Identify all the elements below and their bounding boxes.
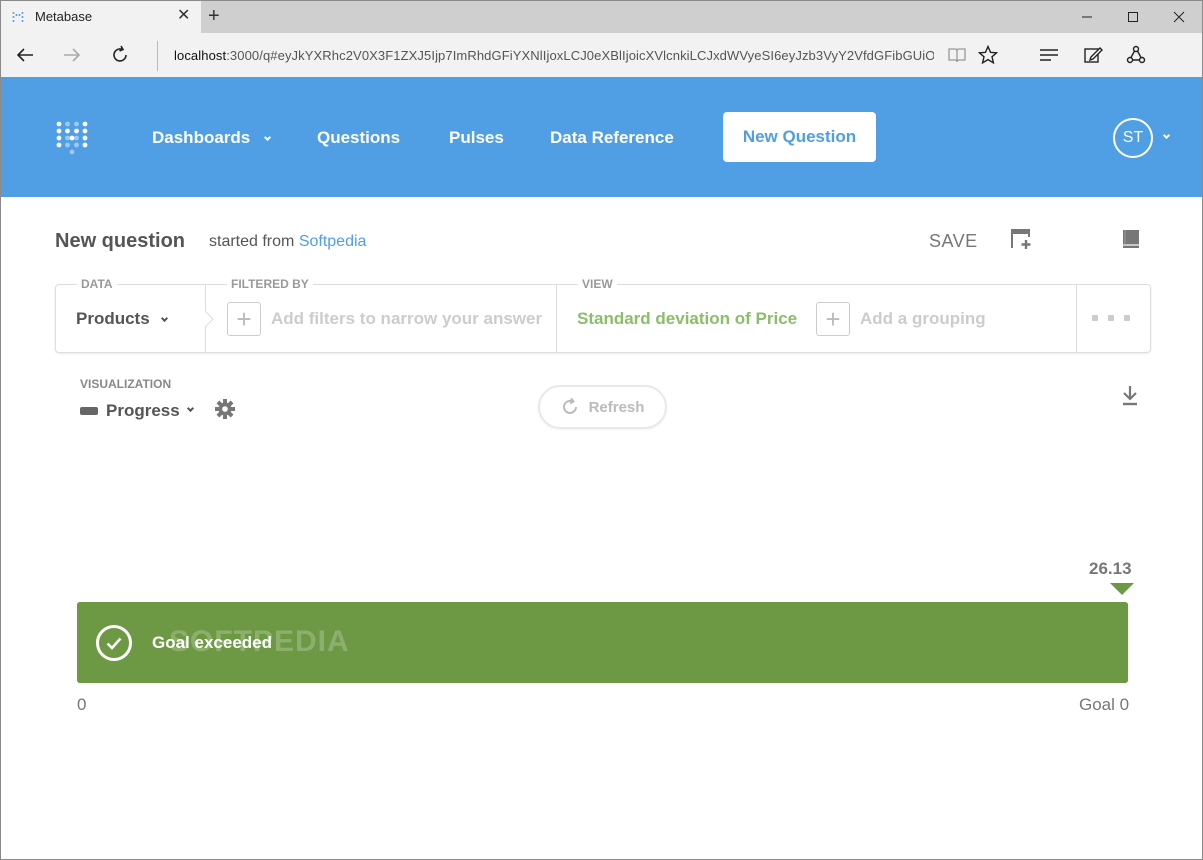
- nav-pulses[interactable]: Pulses: [449, 128, 504, 148]
- add-to-dashboard-icon[interactable]: [1009, 227, 1033, 251]
- question-title: New question: [55, 230, 186, 252]
- share-icon[interactable]: [1122, 41, 1150, 69]
- minimize-icon[interactable]: [1064, 1, 1110, 33]
- refresh-page-icon[interactable]: [106, 41, 134, 69]
- chevron-down-icon: [263, 133, 272, 142]
- tab-strip: Metabase ✕ +: [1, 1, 1202, 33]
- new-tab-icon[interactable]: +: [208, 5, 220, 27]
- nav-dashboards[interactable]: Dashboards: [152, 128, 272, 148]
- add-filter-plus-icon[interactable]: +: [227, 302, 261, 336]
- metabase-logo-icon[interactable]: [55, 117, 89, 157]
- progress-icon: [80, 407, 98, 415]
- progress-value-label: 26.13: [1089, 559, 1132, 578]
- account-chevron-down-icon[interactable]: [1162, 131, 1171, 140]
- add-grouping-plus-icon[interactable]: +: [816, 302, 850, 336]
- visualization-type-select[interactable]: Progress: [80, 401, 194, 421]
- divider: [556, 285, 557, 352]
- check-circle-icon: [96, 625, 132, 661]
- reading-view-icon[interactable]: [943, 41, 971, 69]
- question-origin: started from Softpedia: [209, 233, 367, 250]
- app-header: Dashboards Questions Pulses Data Referen…: [1, 77, 1202, 197]
- query-builder: Products + Add filters to narrow your an…: [55, 284, 1151, 353]
- reference-book-icon[interactable]: [1119, 227, 1143, 251]
- add-filter-placeholder[interactable]: Add filters to narrow your answer: [271, 309, 542, 329]
- origin-link[interactable]: Softpedia: [299, 233, 367, 250]
- more-options-icon[interactable]: [1092, 315, 1130, 321]
- nav-questions[interactable]: Questions: [317, 128, 400, 148]
- progress-goal-label: Goal 0: [1079, 695, 1130, 714]
- gear-icon[interactable]: [214, 398, 236, 420]
- new-question-button[interactable]: New Question: [723, 112, 876, 162]
- save-button[interactable]: SAVE: [929, 231, 978, 252]
- add-grouping-placeholder[interactable]: Add a grouping: [860, 309, 986, 329]
- view-aggregation[interactable]: Standard deviation of Price: [577, 309, 797, 329]
- address-bar[interactable]: localhost:3000/q#eyJkYXRhc2V0X3F1ZXJ5Ijp…: [157, 41, 1001, 71]
- maximize-icon[interactable]: [1110, 1, 1156, 33]
- favorite-star-icon[interactable]: [974, 41, 1002, 69]
- metabase-favicon-icon: [12, 12, 24, 22]
- view-section-label: VIEW: [578, 277, 617, 291]
- data-source-select[interactable]: Products: [76, 309, 169, 329]
- web-note-icon[interactable]: [1079, 41, 1107, 69]
- hub-icon[interactable]: [1035, 41, 1063, 69]
- chevron-down-icon: [186, 404, 194, 412]
- tab-title: Metabase: [35, 9, 93, 24]
- visualization-label: VISUALIZATION: [80, 377, 172, 391]
- back-arrow-icon[interactable]: [11, 41, 39, 69]
- browser-window: Metabase ✕ + localhost:3000/q#eyJkYXRhc2…: [0, 0, 1203, 860]
- refresh-icon: [562, 398, 577, 414]
- forward-arrow-icon[interactable]: [58, 41, 86, 69]
- nav-data-reference[interactable]: Data Reference: [550, 128, 674, 148]
- chevron-down-icon: [161, 314, 169, 323]
- browser-toolbar: localhost:3000/q#eyJkYXRhc2V0X3F1ZXJ5Ijp…: [1, 33, 1202, 77]
- filter-section-label: FILTERED BY: [227, 277, 313, 291]
- softpedia-watermark: SOFTPEDIA: [169, 625, 350, 658]
- url-text[interactable]: localhost:3000/q#eyJkYXRhc2V0X3F1ZXJ5Ijp…: [174, 48, 934, 63]
- progress-value-pointer: [1110, 583, 1134, 595]
- tab-close-icon[interactable]: ✕: [177, 7, 190, 25]
- refresh-button[interactable]: Refresh: [538, 385, 667, 429]
- progress-min-label: 0: [77, 695, 87, 714]
- arrow-connector-icon: [205, 311, 214, 327]
- data-section-label: DATA: [77, 277, 117, 291]
- user-avatar[interactable]: ST: [1113, 118, 1153, 158]
- divider: [1076, 285, 1077, 352]
- progress-bar: Goal exceeded SOFTPEDIA: [77, 602, 1128, 683]
- browser-tab[interactable]: Metabase ✕: [1, 1, 201, 33]
- close-window-icon[interactable]: [1156, 1, 1202, 33]
- download-icon[interactable]: [1121, 385, 1139, 407]
